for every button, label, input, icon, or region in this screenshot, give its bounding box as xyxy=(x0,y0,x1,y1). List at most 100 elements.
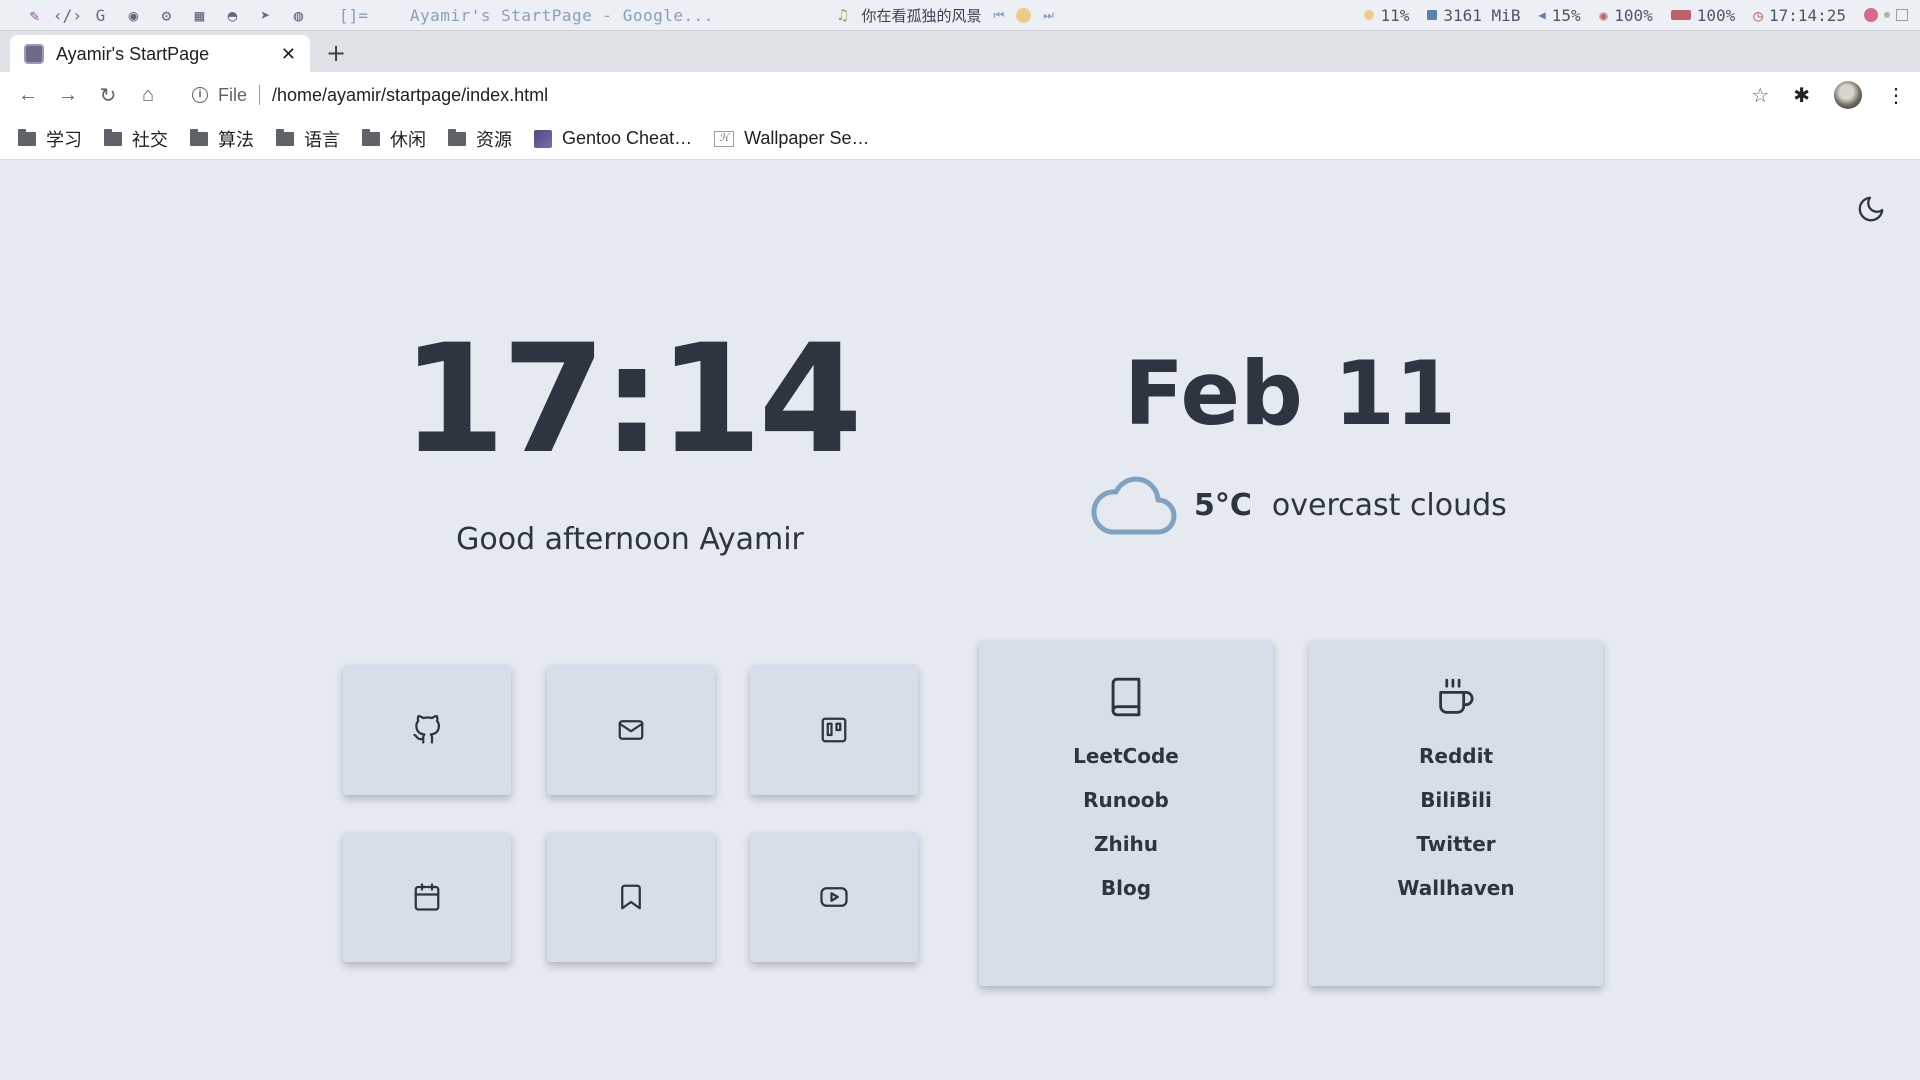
extensions-icon[interactable]: ✱ xyxy=(1793,83,1810,108)
cpu-icon xyxy=(1364,10,1375,20)
weather: 5°C overcast clouds xyxy=(1088,470,1507,540)
brush-icon[interactable]: ✎ xyxy=(18,6,51,25)
bookmark-folder-algorithms[interactable]: 算法 xyxy=(190,126,254,152)
system-time: 17:14:25 xyxy=(1768,5,1846,25)
new-tab-button[interactable]: + xyxy=(326,39,346,67)
weather-description: overcast clouds xyxy=(1271,487,1507,523)
battery-level: 100% xyxy=(1696,5,1736,25)
steam-icon[interactable]: ⚙ xyxy=(150,6,183,25)
tab-close-icon[interactable]: ✕ xyxy=(281,44,296,65)
code-icon[interactable]: ‹/› xyxy=(51,6,84,25)
ghost-icon[interactable]: ◓ xyxy=(216,6,249,25)
clock-icon: ◷ xyxy=(1753,5,1763,25)
telegram-icon[interactable]: ➤ xyxy=(249,6,282,25)
bookmark-folder-resources[interactable]: 资源 xyxy=(448,126,512,152)
cloud-icon xyxy=(1091,476,1177,535)
google-icon[interactable]: G xyxy=(84,6,117,25)
startpage: 17:14 Good afternoon Ayamir Feb 11 5°C o… xyxy=(0,160,1920,1080)
info-icon[interactable]: i xyxy=(192,87,208,103)
link-reddit[interactable]: Reddit xyxy=(1309,734,1603,778)
trello-button[interactable] xyxy=(750,665,918,795)
moon-icon[interactable] xyxy=(1856,194,1886,224)
tab-strip: Ayamir's StartPage ✕ + xyxy=(0,30,1920,73)
system-status-bar: ✎ ‹/› G ◉ ⚙ ▦ ◓ ➤ ◍ []= Ayamir's StartPa… xyxy=(0,0,1920,30)
mail-button[interactable] xyxy=(547,665,715,795)
bookmark-label: 语言 xyxy=(304,129,340,150)
url-text[interactable]: /home/ayamir/startpage/index.html xyxy=(272,85,548,106)
forward-arrow-icon[interactable]: → xyxy=(48,84,88,107)
tray-app-icon[interactable] xyxy=(1864,8,1878,22)
next-track-button[interactable]: ⏭ xyxy=(1043,8,1054,23)
status-dot-icon xyxy=(1884,12,1890,18)
memory-usage: 3161 MiB xyxy=(1443,5,1521,25)
calendar-icon xyxy=(414,883,440,911)
brightness-level[interactable]: 100% xyxy=(1614,6,1653,25)
cpu-usage: 11% xyxy=(1380,5,1410,25)
menu-icon[interactable]: ⋮ xyxy=(1886,83,1906,108)
github-icon xyxy=(413,715,440,744)
study-links-card: LeetCode Runoob Zhihu Blog xyxy=(979,640,1273,986)
navigation-bar: ← → ↻ ⌂ i File /home/ayamir/startpage/in… xyxy=(0,72,1920,118)
link-blog[interactable]: Blog xyxy=(979,866,1273,910)
coffee-icon xyxy=(1439,678,1474,714)
home-icon[interactable]: ⌂ xyxy=(128,84,168,107)
profile-avatar[interactable] xyxy=(1834,81,1862,109)
tray-icons[interactable] xyxy=(1864,8,1908,22)
calendar-button[interactable] xyxy=(343,832,511,962)
folder-icon xyxy=(18,128,36,146)
bookmark-label: Wallpaper Se… xyxy=(744,128,870,148)
weather-temperature: 5°C xyxy=(1194,487,1252,523)
bookmark-icon xyxy=(621,884,641,910)
spotify-icon[interactable]: ◉ xyxy=(117,6,150,25)
workspace-list[interactable]: ✎ ‹/› G ◉ ⚙ ▦ ◓ ➤ ◍ xyxy=(18,6,315,25)
bookmark-label: 学习 xyxy=(46,129,82,150)
pause-button[interactable] xyxy=(1016,7,1032,23)
tray-window-icon[interactable] xyxy=(1896,9,1908,21)
bookmark-folder-languages[interactable]: 语言 xyxy=(276,126,340,152)
reload-icon[interactable]: ↻ xyxy=(88,83,128,108)
bookmark-folder-leisure[interactable]: 休闲 xyxy=(362,126,426,152)
windows-icon[interactable]: ▦ xyxy=(183,6,216,25)
volume-level[interactable]: 15% xyxy=(1552,6,1581,25)
folder-icon xyxy=(276,128,294,146)
url-scheme-label: File xyxy=(218,84,248,105)
bookmark-star-icon[interactable]: ☆ xyxy=(1751,83,1769,108)
link-wallhaven[interactable]: Wallhaven xyxy=(1309,866,1603,910)
folder-icon xyxy=(190,128,208,146)
favicon-icon xyxy=(24,44,44,64)
layout-indicator[interactable]: []= xyxy=(339,6,368,25)
link-bilibili[interactable]: BiliBili xyxy=(1309,778,1603,822)
bookmark-gentoo-cheatsheet[interactable]: Gentoo Cheat… xyxy=(534,128,692,149)
link-twitter[interactable]: Twitter xyxy=(1309,822,1603,866)
bookmark-button[interactable] xyxy=(547,832,715,962)
greeting: Good afternoon Ayamir xyxy=(456,522,804,557)
folder-icon xyxy=(104,128,122,146)
youtube-button[interactable] xyxy=(750,832,918,962)
tab-title: Ayamir's StartPage xyxy=(56,43,210,64)
book-icon xyxy=(1111,677,1141,717)
window-title: Ayamir's StartPage - Google... xyxy=(409,5,714,25)
bookmarks-bar: 学习 社交 算法 语言 休闲 资源 Gentoo Cheat… ℋ Wallpap… xyxy=(0,118,1920,160)
previous-track-button[interactable]: ⏮ xyxy=(993,8,1004,23)
bookmark-folder-study[interactable]: 学习 xyxy=(18,126,82,152)
gentoo-icon xyxy=(534,129,552,148)
wallpaper-icon: ℋ xyxy=(714,130,735,147)
bookmark-label: 算法 xyxy=(218,129,254,150)
link-zhihu[interactable]: Zhihu xyxy=(979,822,1273,866)
trello-icon xyxy=(821,717,847,743)
folder-icon xyxy=(448,128,466,146)
tab-startpage[interactable]: Ayamir's StartPage ✕ xyxy=(10,35,310,73)
bookmark-label: 社交 xyxy=(132,129,168,150)
folder-icon xyxy=(362,128,380,146)
link-runoob[interactable]: Runoob xyxy=(979,778,1273,822)
back-arrow-icon[interactable]: ← xyxy=(8,84,48,107)
battery-icon xyxy=(1670,10,1691,20)
bookmark-wallpaper-search[interactable]: ℋ Wallpaper Se… xyxy=(714,128,869,149)
address-bar[interactable]: i File /home/ayamir/startpage/index.html xyxy=(192,85,548,106)
bookmark-label: 资源 xyxy=(476,129,512,150)
github-button[interactable] xyxy=(343,665,511,795)
bookmark-folder-social[interactable]: 社交 xyxy=(104,126,168,152)
clock: 17:14 xyxy=(401,313,862,487)
lock-icon[interactable]: ◍ xyxy=(282,6,315,25)
link-leetcode[interactable]: LeetCode xyxy=(979,734,1273,778)
